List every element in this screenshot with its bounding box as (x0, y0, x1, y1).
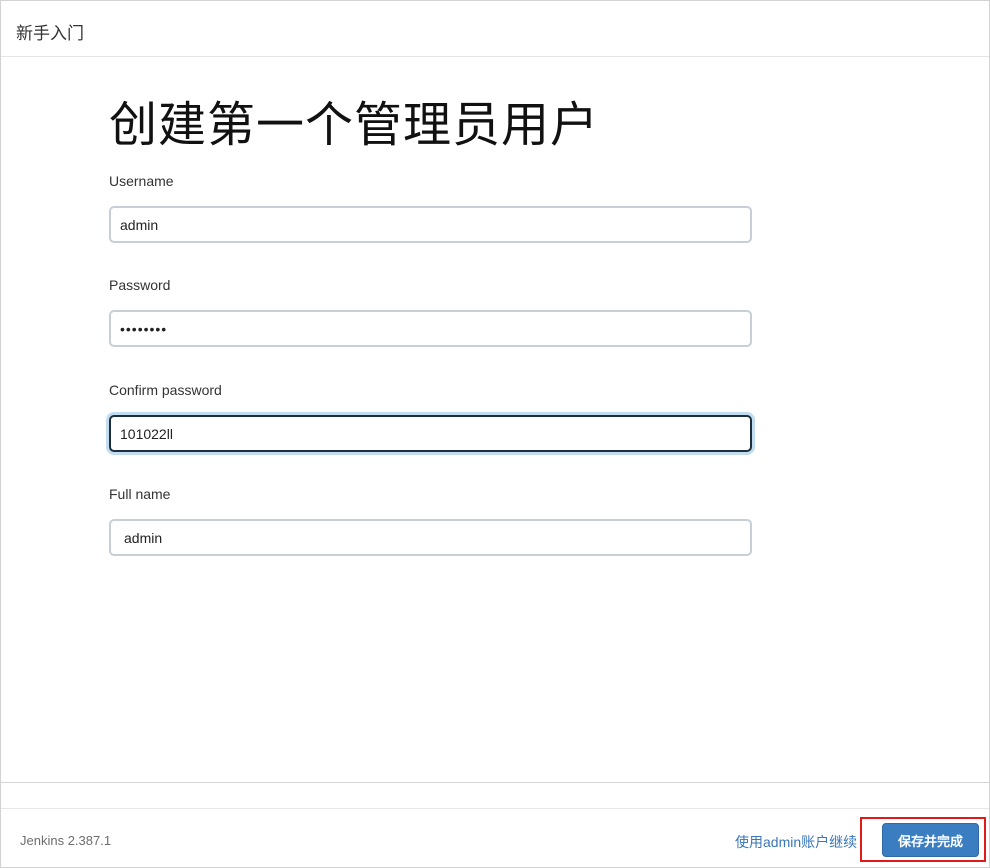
dialog-header: 新手入门 (1, 1, 989, 57)
confirm-password-label: Confirm password (109, 382, 222, 398)
setup-wizard-dialog: 新手入门 创建第一个管理员用户 Username Password Confir… (0, 0, 990, 868)
header-title: 新手入门 (16, 24, 84, 43)
fullname-label: Full name (109, 486, 171, 502)
username-label: Username (109, 173, 174, 189)
page-title: 创建第一个管理员用户 (109, 99, 600, 152)
continue-as-admin-link[interactable]: 使用admin账户继续 (735, 832, 857, 852)
footer-divider (1, 782, 989, 783)
save-and-finish-button[interactable]: 保存并完成 (882, 823, 979, 857)
password-input[interactable] (109, 310, 752, 347)
username-input[interactable] (109, 206, 752, 243)
version-label: Jenkins 2.387.1 (20, 833, 112, 848)
password-label: Password (109, 277, 171, 293)
footer-divider-secondary (1, 808, 989, 809)
fullname-input[interactable] (109, 519, 752, 556)
confirm-password-input[interactable] (109, 415, 752, 452)
